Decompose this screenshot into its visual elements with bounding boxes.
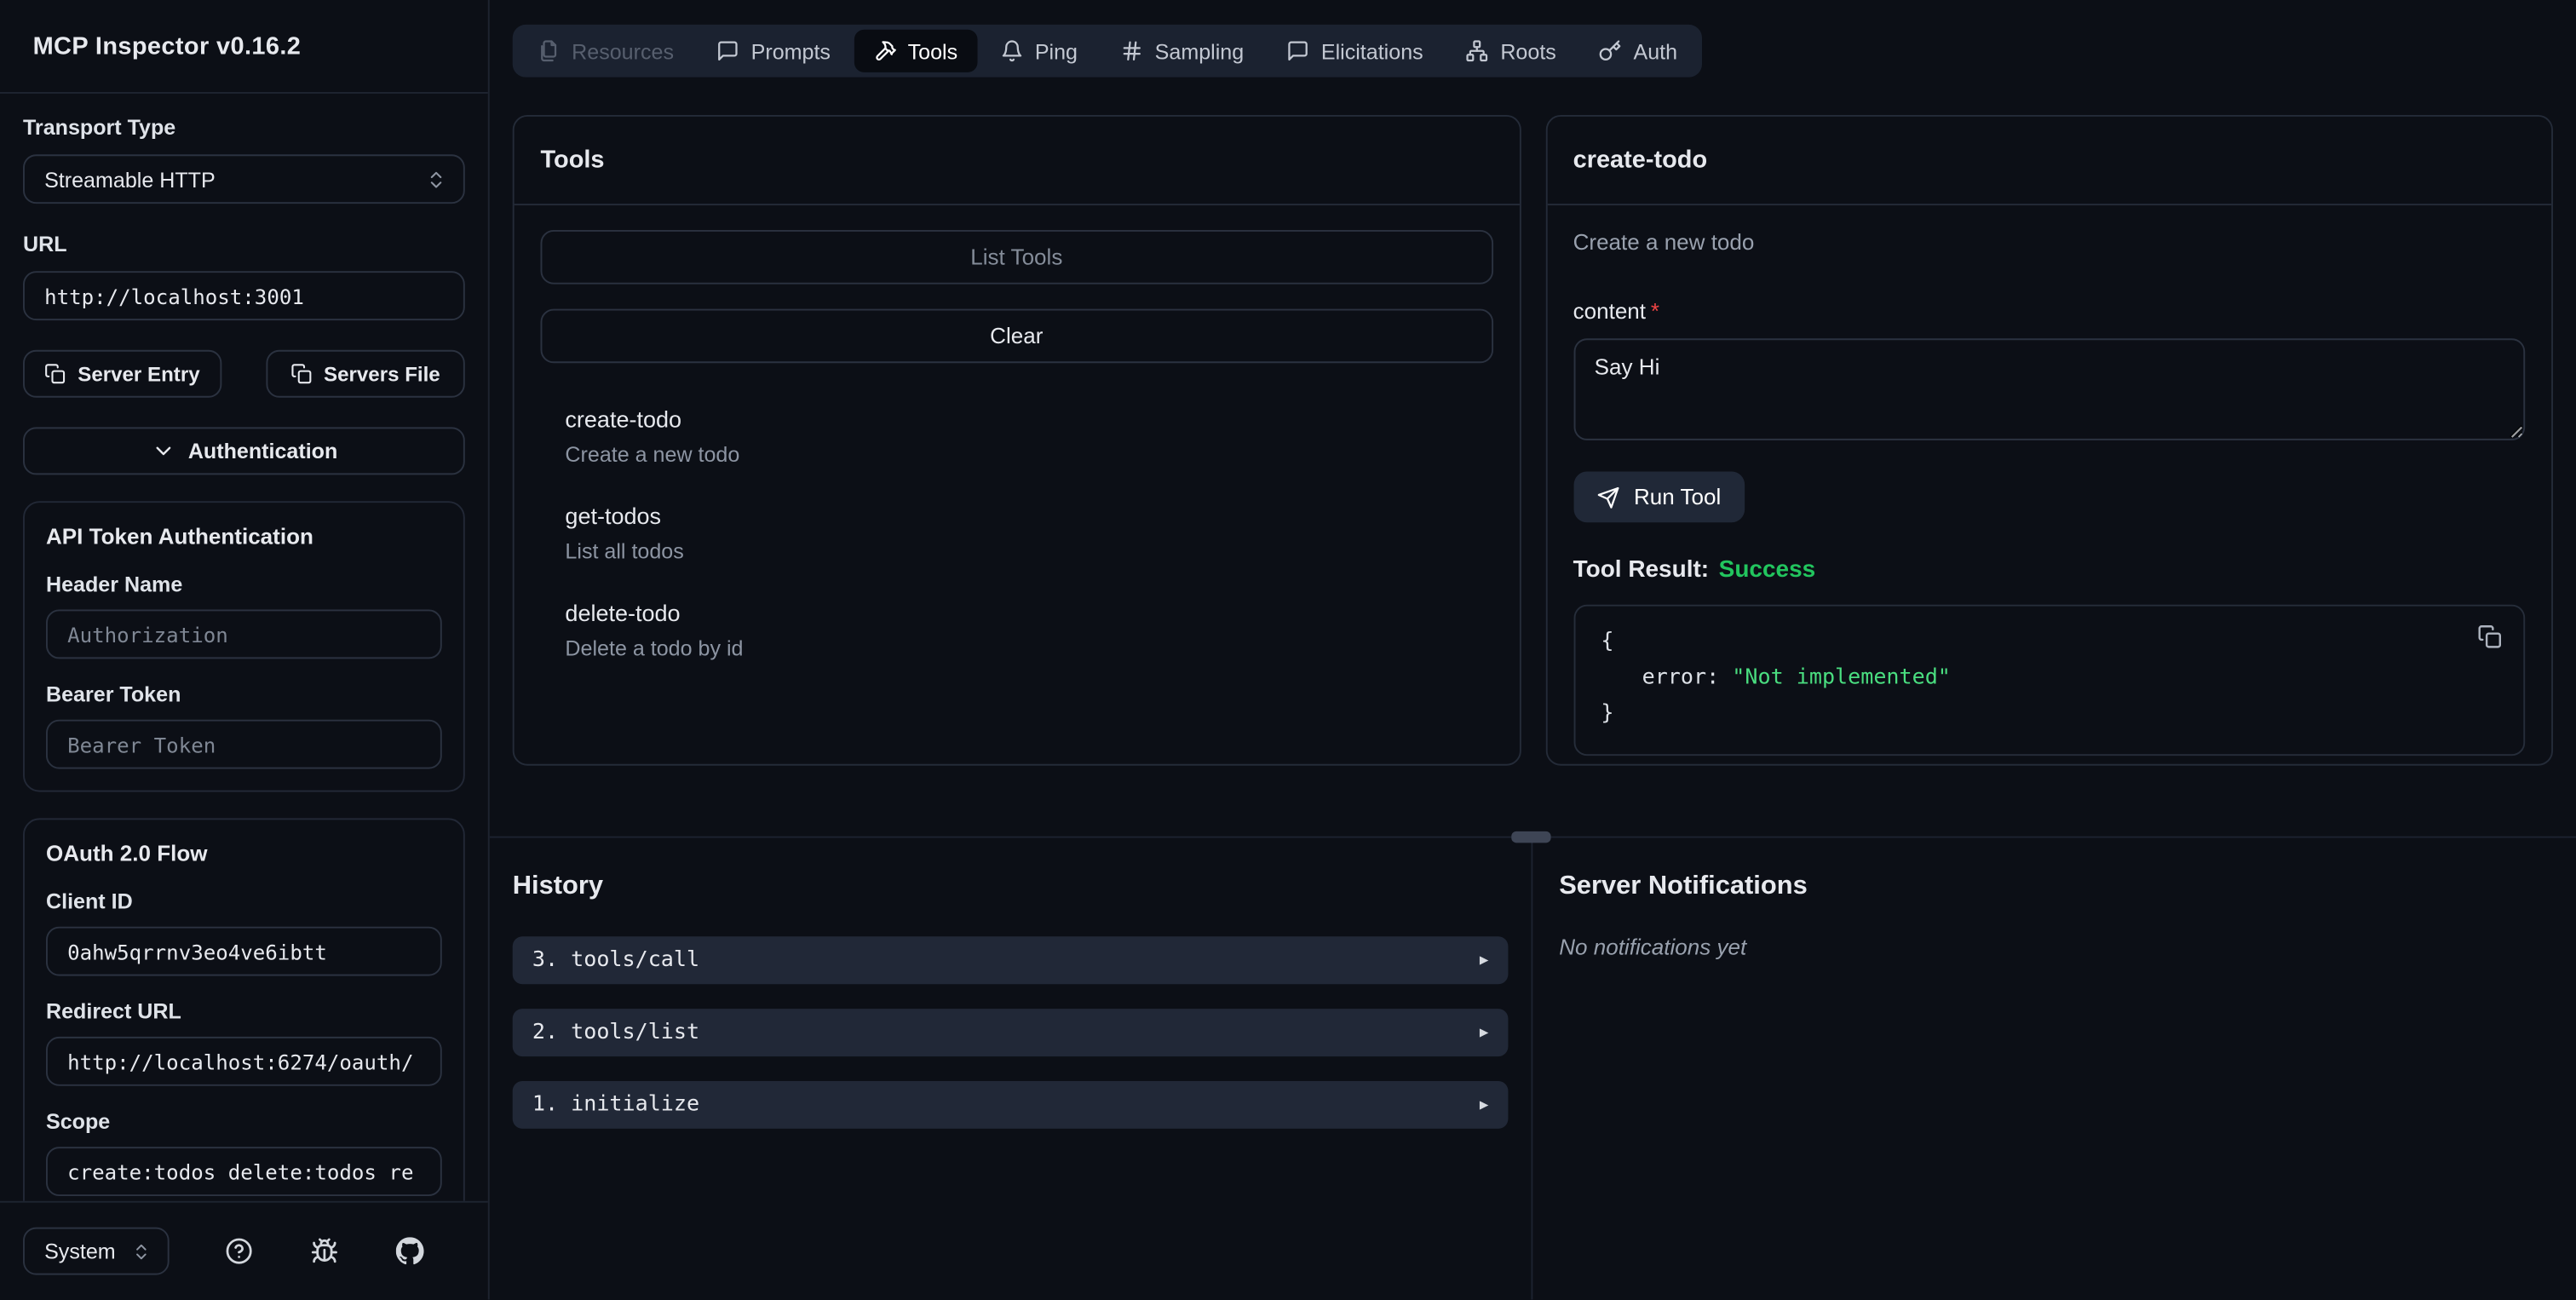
server-entry-button[interactable]: Server Entry	[22, 349, 222, 398]
header-name-label: Header Name	[45, 572, 183, 597]
client-id-input[interactable]	[45, 926, 442, 976]
redirect-url-input[interactable]	[45, 1036, 442, 1086]
footer-icons	[226, 1237, 425, 1265]
required-marker: *	[1650, 298, 1659, 324]
hammer-icon	[875, 41, 896, 60]
files-icon	[541, 40, 557, 62]
chevrons-up-down-icon	[132, 1241, 152, 1261]
expand-arrow-icon: ▶	[1479, 1024, 1489, 1041]
tool-item-create-todo[interactable]: create-todo Create a new todo	[565, 406, 1492, 466]
copy-icon[interactable]	[2474, 621, 2505, 653]
chat-bubble-icon	[718, 41, 738, 61]
authentication-toggle[interactable]: Authentication	[22, 427, 465, 475]
config-actions-row: Server Entry Servers File	[22, 349, 465, 398]
tab-bar: Resources Prompts Tools Ping Sampling El…	[512, 24, 1702, 78]
theme-value: System	[44, 1239, 116, 1264]
tab-elicitations[interactable]: Elicitations	[1267, 30, 1443, 72]
transport-type-select[interactable]: Streamable HTTP	[22, 154, 465, 204]
tab-roots[interactable]: Roots	[1446, 30, 1576, 72]
sidebar-header: MCP Inspector v0.16.2	[0, 0, 488, 94]
result-status-badge: Success	[1718, 556, 1816, 584]
tools-list: create-todo Create a new todo get-todos …	[540, 406, 1492, 660]
hash-icon	[1123, 41, 1141, 61]
servers-file-button[interactable]: Servers File	[266, 349, 465, 398]
tab-resources: Resources	[517, 30, 693, 72]
network-icon	[1466, 40, 1488, 62]
tool-detail-description: Create a new todo	[1573, 229, 1755, 255]
horizontal-splitter	[489, 831, 2576, 843]
tool-result-line: Tool Result: Success	[1573, 556, 1816, 584]
tab-auth[interactable]: Auth	[1579, 30, 1697, 72]
theme-select[interactable]: System	[22, 1227, 170, 1275]
send-icon	[1596, 486, 1619, 509]
bearer-token-input[interactable]	[45, 719, 442, 769]
history-item-initialize[interactable]: 1. initialize ▶	[512, 1080, 1509, 1129]
oauth-flow-title: OAuth 2.0 Flow	[45, 841, 208, 866]
history-item-tools-list[interactable]: 2. tools/list ▶	[512, 1009, 1509, 1057]
app-title: MCP Inspector v0.16.2	[32, 32, 302, 60]
client-id-label: Client ID	[45, 889, 133, 914]
tool-detail-panel: create-todo Create a new todo content * S…	[1544, 114, 2553, 766]
tab-tools[interactable]: Tools	[853, 29, 978, 72]
copy-icon	[45, 363, 66, 384]
notifications-empty-message: No notifications yet	[1559, 935, 1747, 960]
api-token-authentication-title: API Token Authentication	[45, 524, 313, 549]
tab-prompts[interactable]: Prompts	[697, 30, 850, 72]
content-field-label: content *	[1573, 298, 1659, 324]
sidebar: MCP Inspector v0.16.2 Transport Type Str…	[0, 0, 490, 1300]
json-line-open: {	[1601, 629, 1614, 654]
help-icon[interactable]	[226, 1237, 254, 1265]
list-tools-button[interactable]: List Tools	[540, 229, 1493, 285]
redirect-url-label: Redirect URL	[45, 998, 181, 1024]
transport-type-label: Transport Type	[22, 114, 176, 140]
oauth-flow-section: OAuth 2.0 Flow Client ID Redirect URL Sc…	[22, 818, 465, 1201]
header-name-input[interactable]	[45, 609, 442, 659]
tools-panel-title: Tools	[514, 117, 1519, 206]
history-item-tools-call[interactable]: 3. tools/call ▶	[512, 936, 1509, 985]
splitter-drag-handle[interactable]	[1511, 831, 1551, 843]
history-title: History	[512, 872, 604, 900]
bearer-token-label: Bearer Token	[45, 682, 181, 707]
bell-icon	[1002, 40, 1022, 62]
tab-ping[interactable]: Ping	[980, 30, 1097, 72]
bug-icon[interactable]	[311, 1237, 339, 1265]
tool-item-delete-todo[interactable]: delete-todo Delete a todo by id	[565, 600, 1492, 660]
transport-type-value: Streamable HTTP	[44, 166, 216, 192]
copy-icon	[290, 363, 312, 384]
tool-item-get-todos[interactable]: get-todos List all todos	[565, 503, 1492, 563]
server-notifications-panel: Server Notifications No notifications ye…	[1532, 838, 2576, 1300]
run-tool-button[interactable]: Run Tool	[1573, 471, 1745, 523]
json-line-error: error: "Not implemented"	[1642, 665, 1951, 690]
json-line-close: }	[1601, 701, 1614, 727]
sidebar-footer: System	[0, 1200, 488, 1300]
chat-bubble-icon	[1288, 41, 1308, 61]
tool-result-json: { error: "Not implemented" }	[1573, 604, 2526, 756]
api-token-authentication-section: API Token Authentication Header Name Bea…	[22, 501, 465, 792]
top-panels: Tools List Tools Clear create-todo Creat…	[512, 114, 2553, 766]
history-panel: History 3. tools/call ▶ 2. tools/list ▶ …	[490, 838, 1532, 1300]
expand-arrow-icon: ▶	[1479, 952, 1489, 969]
clear-button[interactable]: Clear	[540, 308, 1493, 364]
history-list: 3. tools/call ▶ 2. tools/list ▶ 1. initi…	[512, 936, 1509, 1129]
tool-detail-content: Create a new todo content * Say Hi Run To…	[1547, 205, 2551, 764]
expand-arrow-icon: ▶	[1479, 1096, 1489, 1113]
url-input[interactable]	[22, 271, 465, 321]
server-notifications-title: Server Notifications	[1559, 872, 1808, 900]
github-icon[interactable]	[396, 1237, 425, 1265]
url-label: URL	[22, 231, 67, 256]
tools-panel-content: List Tools Clear create-todo Create a ne…	[515, 205, 1519, 764]
chevron-down-icon	[150, 439, 175, 463]
chevrons-up-down-icon	[425, 169, 446, 190]
sidebar-body: Transport Type Streamable HTTP URL Serve…	[0, 94, 488, 1201]
key-icon	[1600, 40, 1621, 61]
main-area: Resources Prompts Tools Ping Sampling El…	[489, 0, 2576, 1300]
app-window: MCP Inspector v0.16.2 Transport Type Str…	[0, 0, 2576, 1300]
tool-detail-title: create-todo	[1546, 117, 2552, 206]
scope-label: Scope	[45, 1108, 111, 1134]
scope-input[interactable]	[45, 1147, 442, 1196]
content-field-input[interactable]: Say Hi	[1573, 338, 2526, 440]
tab-sampling[interactable]: Sampling	[1101, 30, 1263, 72]
bottom-panels: History 3. tools/call ▶ 2. tools/list ▶ …	[490, 837, 2576, 1300]
tools-panel: Tools List Tools Clear create-todo Creat…	[512, 114, 1521, 766]
